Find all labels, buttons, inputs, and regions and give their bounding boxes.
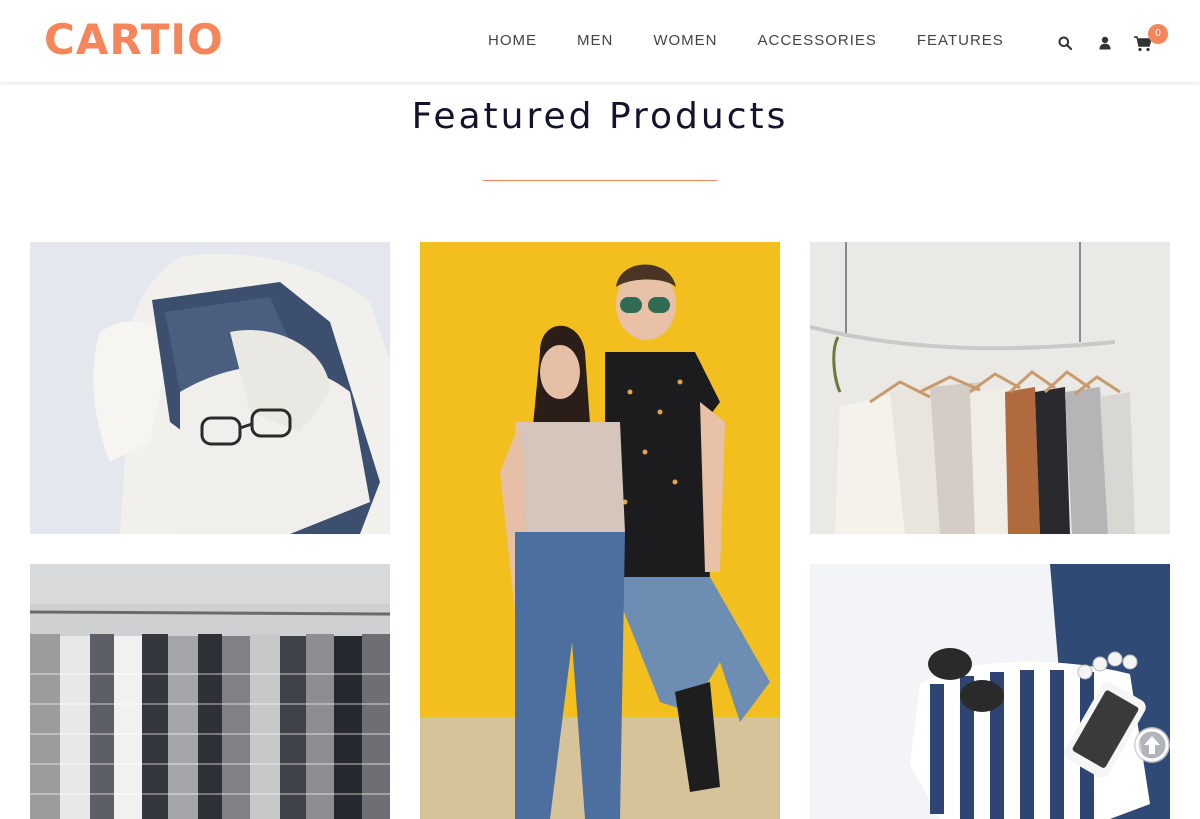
- product-tile-blouses[interactable]: [810, 242, 1170, 534]
- brand-logo[interactable]: CARTIO: [44, 16, 224, 64]
- nav-item-accessories[interactable]: ACCESSORIES: [758, 32, 877, 50]
- nav-item-home[interactable]: HOME: [488, 32, 537, 50]
- site-header: CARTIO HOME MEN WOMEN ACCESSORIES FEATUR…: [0, 0, 1200, 82]
- striped-top-phone-sunglasses-image: [810, 564, 1170, 819]
- user-icon[interactable]: [1099, 36, 1111, 55]
- product-tile-shirts-rack[interactable]: [30, 564, 390, 819]
- search-icon[interactable]: [1058, 36, 1073, 55]
- nav-item-men[interactable]: MEN: [577, 32, 613, 50]
- blouses-on-hangers-image: [810, 242, 1170, 534]
- product-tile-couple[interactable]: [420, 242, 780, 819]
- couple-yellow-wall-image: [420, 242, 780, 819]
- arrow-up-icon: [1135, 728, 1169, 762]
- section-title: Featured Products: [411, 96, 789, 137]
- nav-item-women[interactable]: WOMEN: [653, 32, 717, 50]
- striped-shirts-rack-image: [30, 564, 390, 819]
- product-tile-jeans-sweater[interactable]: [30, 242, 390, 534]
- scroll-to-top-button[interactable]: [1134, 727, 1170, 763]
- cart-count-badge: 0: [1148, 24, 1168, 44]
- title-divider: [483, 180, 717, 181]
- header-icons: 0: [1056, 24, 1168, 60]
- nav-item-features[interactable]: FEATURES: [917, 32, 1004, 50]
- main-nav: HOME MEN WOMEN ACCESSORIES FEATURES: [488, 32, 1004, 50]
- jeans-sweater-glasses-image: [30, 242, 390, 534]
- product-tile-striped-top[interactable]: [810, 564, 1170, 819]
